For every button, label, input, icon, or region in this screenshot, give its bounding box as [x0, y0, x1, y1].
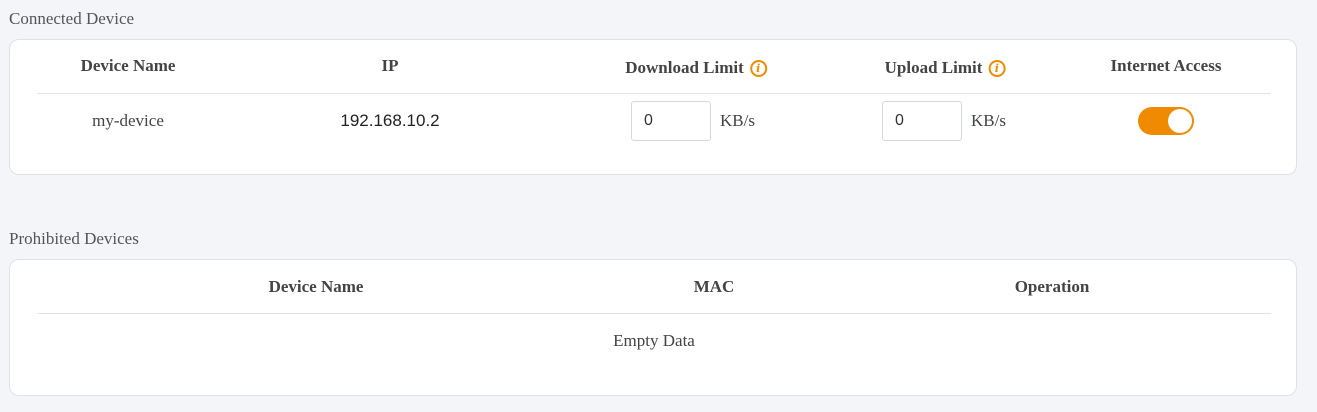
prohibited-section-title: Prohibited Devices [9, 229, 139, 248]
connected-section-title: Connected Device [9, 9, 135, 28]
toggle-knob [1168, 109, 1192, 133]
header-prohibited-device-name: Device Name [268, 277, 364, 296]
upload-limit-info-icon[interactable]: i [988, 59, 1006, 77]
prohibited-header-divider [37, 313, 1271, 314]
internet-access-toggle[interactable] [1138, 107, 1194, 135]
download-limit-input[interactable] [631, 101, 711, 141]
prohibited-devices-card: Device Name MAC Operation Empty Data [9, 259, 1297, 396]
device-name-cell: my-device [92, 111, 164, 130]
upload-limit-group: KB/s [882, 101, 1006, 141]
header-internet-access: Internet Access [1110, 56, 1222, 75]
connected-devices-card: Device Name IP Download Limit i Upload L… [9, 39, 1297, 175]
upload-limit-input[interactable] [882, 101, 962, 141]
download-limit-info-icon[interactable]: i [749, 59, 767, 77]
header-ip: IP [381, 56, 399, 75]
header-divider [37, 93, 1271, 94]
download-unit: KB/s [720, 111, 755, 130]
header-device-name: Device Name [80, 56, 176, 75]
header-mac: MAC [693, 277, 735, 296]
empty-data-text: Empty Data [613, 331, 695, 350]
header-upload-limit: Upload Limit i [885, 58, 1006, 78]
header-download-limit: Download Limit i [625, 58, 767, 78]
upload-unit: KB/s [971, 111, 1006, 130]
ip-cell: 192.168.10.2 [340, 111, 440, 130]
header-operation: Operation [1014, 277, 1090, 296]
download-limit-group: KB/s [631, 101, 755, 141]
